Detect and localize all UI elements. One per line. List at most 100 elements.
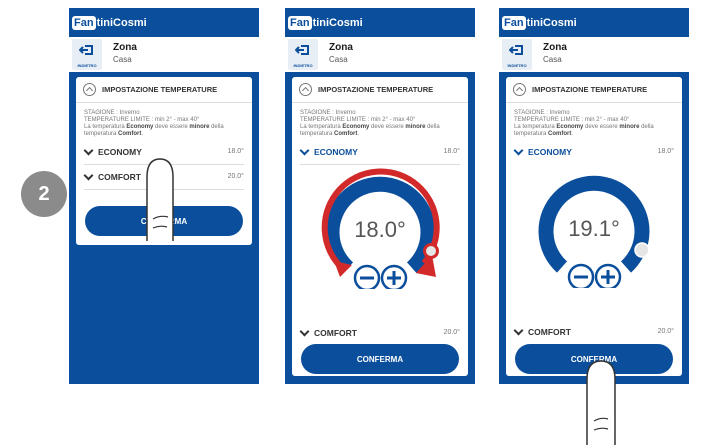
expand-arrow-icon [513, 145, 524, 156]
comfort-value: 20.0° [227, 173, 244, 180]
note-pre: La temperatura [514, 124, 557, 130]
zone-header: INDIETRO Zona Casa [69, 37, 259, 72]
info-text: STAGIONE : Inverno TEMPERATURE LIMITE : … [506, 103, 682, 138]
zone-title: Zona [543, 42, 567, 53]
comfort-value: 20.0° [443, 329, 460, 336]
limits-line: TEMPERATURE LIMITE : min 2° - max 40° [300, 117, 416, 123]
dial-knob [634, 242, 650, 258]
back-label: INDIETRO [293, 63, 313, 68]
phone-screen-3: Fan tiniCosmi INDIETRO Zona Casa IMPOSTAZ… [499, 8, 689, 384]
phone-screen-2: Fan tiniCosmi INDIETRO Zona Casa IMPOSTAZ… [285, 8, 475, 384]
back-button[interactable]: INDIETRO [502, 39, 532, 70]
note-mid: deve essere [153, 124, 190, 130]
panel-header[interactable]: IMPOSTAZIONE TEMPERATURE [76, 77, 252, 103]
note-end: . [571, 131, 574, 137]
zone-header: INDIETRO Zona Casa [285, 37, 475, 72]
info-text: STAGIONE : Inverno TEMPERATURE LIMITE : … [292, 103, 468, 138]
brand-logo: Fan tiniCosmi [72, 12, 147, 33]
expand-arrow-icon [83, 170, 94, 181]
season-line: STAGIONE : Inverno [84, 110, 140, 116]
collapse-chevron-icon [299, 83, 312, 96]
comfort-row[interactable]: COMFORT 20.0° [513, 320, 674, 344]
comfort-label: COMFORT [528, 327, 571, 337]
panel-title: IMPOSTAZIONE TEMPERATURE [102, 85, 218, 94]
note-line: La temperatura Economy deve essere minor… [84, 124, 244, 138]
note-minor: minore [619, 124, 640, 130]
phone-screen-1: Fan tiniCosmi INDIETRO Zona Casa IMPOSTAZ… [69, 8, 259, 384]
comfort-row[interactable]: COMFORT 20.0° [83, 165, 244, 190]
season-line: STAGIONE : Inverno [300, 110, 356, 116]
expand-arrow-icon [83, 145, 94, 156]
note-comfort: Comfort [118, 131, 142, 137]
dial-value: 19.1° [568, 216, 620, 241]
note-economy: Economy [126, 124, 154, 130]
info-text: STAGIONE : Inverno TEMPERATURE LIMITE : … [76, 103, 252, 138]
expand-arrow-icon [299, 145, 310, 156]
economy-label: ECONOMY [314, 147, 358, 157]
note-mid: deve essere [583, 124, 620, 130]
note-economy: Economy [342, 124, 370, 130]
dial-knob-inner [426, 246, 436, 256]
collapse-chevron-icon [513, 83, 526, 96]
economy-row[interactable]: ECONOMY 18.0° [513, 140, 674, 164]
panel-header[interactable]: IMPOSTAZIONE TEMPERATURE [506, 77, 682, 103]
confirm-button[interactable]: CONFERMA [515, 344, 673, 374]
expand-arrow-icon [513, 325, 524, 336]
note-pre: La temperatura [300, 124, 343, 130]
zone-title: Zona [329, 42, 353, 53]
back-label: INDIETRO [507, 63, 527, 68]
panel-title: IMPOSTAZIONE TEMPERATURE [318, 85, 434, 94]
brand-logo-box: Fan [502, 15, 526, 30]
economy-row[interactable]: ECONOMY 18.0° [83, 140, 244, 165]
brand-logo-text: tiniCosmi [526, 16, 577, 29]
dial-value: 18.0° [354, 217, 406, 242]
note-minor: minore [189, 124, 210, 130]
back-icon [295, 45, 309, 55]
comfort-value: 20.0° [657, 328, 674, 335]
back-icon [509, 45, 523, 55]
zone-subtitle: Casa [329, 55, 348, 64]
note-economy: Economy [556, 124, 584, 130]
note-line: La temperatura Economy deve essere minor… [300, 124, 460, 138]
note-comfort: Comfort [548, 131, 572, 137]
confirm-button[interactable]: CONFERMA [301, 344, 459, 374]
temperature-panel: IMPOSTAZIONE TEMPERATURE STAGIONE : Inve… [292, 77, 468, 376]
economy-row[interactable]: ECONOMY 18.0° [299, 140, 460, 165]
limits-line: TEMPERATURE LIMITE : min 2° - max 40° [84, 117, 200, 123]
back-icon [79, 45, 93, 55]
limits-line: TEMPERATURE LIMITE : min 2° - max 40° [514, 117, 630, 123]
economy-label: ECONOMY [98, 147, 142, 157]
economy-value: 18.0° [657, 148, 674, 155]
note-pre: La temperatura [84, 124, 127, 130]
zone-subtitle: Casa [543, 55, 562, 64]
note-mid: deve essere [369, 124, 406, 130]
step-badge: 2 [21, 171, 67, 217]
brand-logo: Fan tiniCosmi [288, 12, 363, 33]
note-minor: minore [405, 124, 426, 130]
temperature-panel: IMPOSTAZIONE TEMPERATURE STAGIONE : Inve… [506, 77, 682, 376]
panel-header[interactable]: IMPOSTAZIONE TEMPERATURE [292, 77, 468, 103]
back-label: INDIETRO [77, 63, 97, 68]
note-end: . [141, 131, 144, 137]
season-line: STAGIONE : Inverno [514, 110, 570, 116]
note-comfort: Comfort [334, 131, 358, 137]
temperature-dial[interactable]: 19.1° [506, 164, 682, 291]
note-line: La temperatura Economy deve essere minor… [514, 124, 674, 138]
temperature-dial[interactable]: 18.0° [292, 165, 468, 292]
confirm-button[interactable]: CONFERMA [85, 206, 243, 236]
back-button[interactable]: INDIETRO [288, 39, 318, 70]
brand-logo-text: tiniCosmi [96, 16, 147, 29]
economy-value: 18.0° [443, 148, 460, 155]
collapse-chevron-icon [83, 83, 96, 96]
back-button[interactable]: INDIETRO [72, 39, 102, 70]
zone-subtitle: Casa [113, 55, 132, 64]
comfort-row[interactable]: COMFORT 20.0° [299, 321, 460, 345]
comfort-label: COMFORT [314, 328, 357, 338]
panel-title: IMPOSTAZIONE TEMPERATURE [532, 85, 648, 94]
zone-header: INDIETRO Zona Casa [499, 37, 689, 72]
brand-logo-text: tiniCosmi [312, 16, 363, 29]
comfort-label: COMFORT [98, 172, 141, 182]
economy-label: ECONOMY [528, 147, 572, 157]
zone-title: Zona [113, 42, 137, 53]
brand-logo-box: Fan [288, 15, 312, 30]
